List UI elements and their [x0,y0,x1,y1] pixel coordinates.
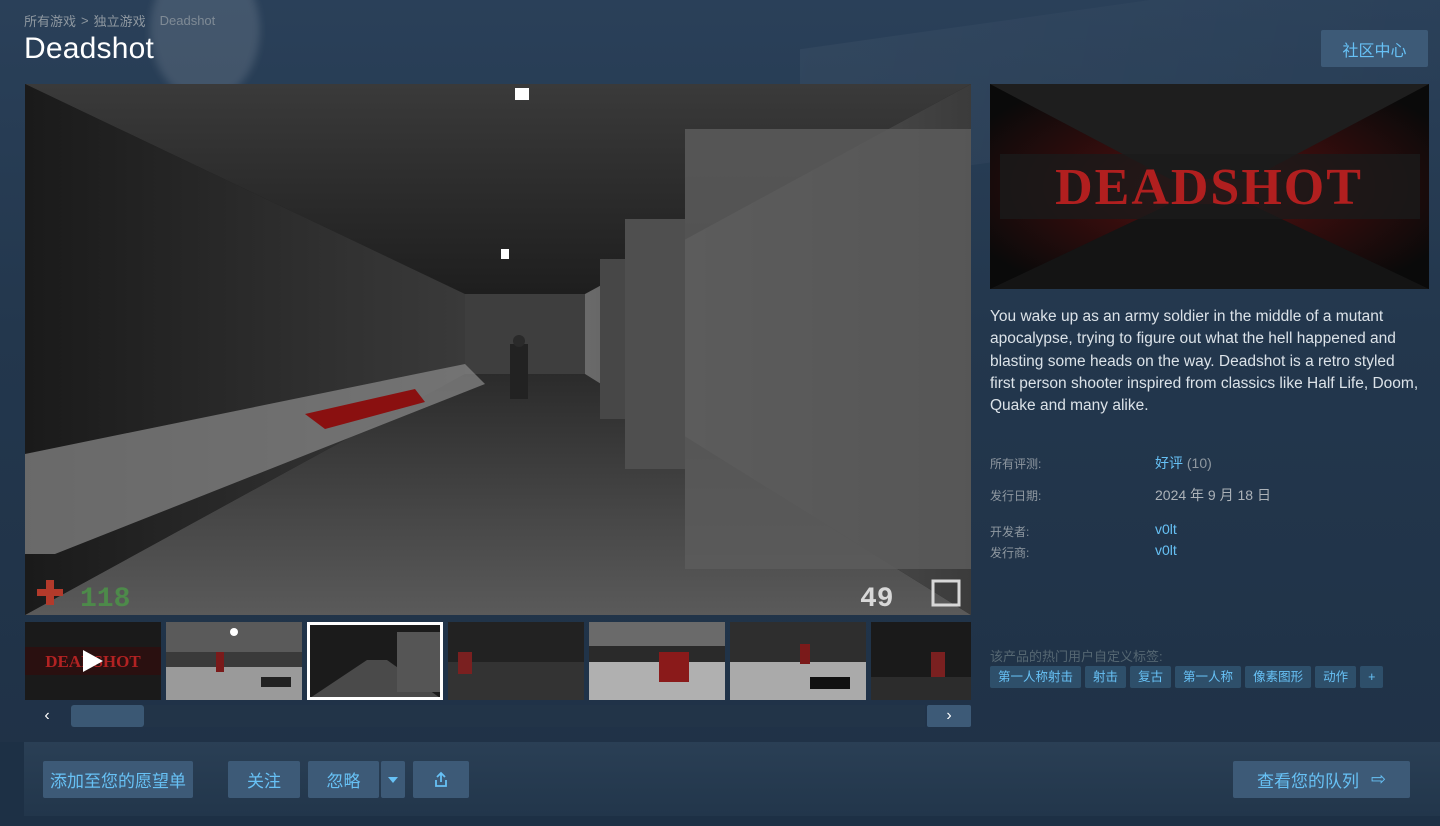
tag-action[interactable]: 动作 [1315,666,1357,688]
breadcrumb-indie[interactable]: 独立游戏 [94,11,146,30]
page-title: Deadshot [24,32,155,65]
ignore-button[interactable]: 忽略 [308,761,379,798]
tag-add-button[interactable]: + [1360,666,1384,688]
breadcrumb: 所有游戏 > 独立游戏 Deadshot [24,11,215,30]
chevron-down-icon [388,776,398,783]
thumbnail-screenshot[interactable] [448,622,584,700]
thumbnail-slider: ‹ › [25,705,971,727]
add-to-wishlist-button[interactable]: 添加至您的愿望单 [43,761,193,798]
thumbnail-screenshot[interactable] [871,622,971,700]
tags-title: 该产品的热门用户自定义标签: [990,649,1163,664]
thumbnail-strip: DEADSHOT [25,622,971,700]
developer-link[interactable]: v0lt [1155,521,1177,537]
hud-ammo: 49 [860,584,894,615]
slider-track[interactable] [71,705,925,727]
thumbnail-screenshot[interactable] [166,622,302,700]
breadcrumb-current: Deadshot [159,13,216,28]
share-icon [435,771,447,787]
view-queue-label: 查看您的队列 [1256,772,1359,791]
follow-button[interactable]: 关注 [228,761,300,798]
reviews-summary[interactable]: 好评 (10) [1155,453,1212,473]
slider-left-button[interactable]: ‹ [25,705,69,727]
ignore-dropdown-button[interactable] [381,761,405,798]
release-date-label: 发行日期: [990,489,1042,503]
share-button[interactable] [413,761,469,798]
community-hub-button[interactable]: 社区中心 [1321,30,1428,67]
view-queue-button[interactable]: 查看您的队列 ⇨ [1233,761,1410,798]
tag-first-person[interactable]: 第一人称 [1175,666,1242,688]
game-description: You wake up as an army soldier in the mi… [990,308,1419,415]
release-date-value: 2024 年 9 月 18 日 [1155,487,1271,503]
capsule-logo-text: DEADSHOT [1055,159,1363,216]
reviews-label: 所有评测: [990,457,1042,471]
play-icon [83,650,103,672]
tag-pixel-graphics[interactable]: 像素图形 [1245,666,1312,688]
thumbnail-screenshot[interactable] [589,622,725,700]
tag-retro[interactable]: 复古 [1130,666,1172,688]
thumbnail-screenshot-active[interactable] [307,622,443,700]
thumbnail-video[interactable]: DEADSHOT [25,622,161,700]
slider-right-button[interactable]: › [927,705,971,727]
main-screenshot[interactable]: 118 49 [25,84,971,615]
header-capsule-image: DEADSHOT [990,84,1429,289]
breadcrumb-separator: > [81,13,89,28]
publisher-link[interactable]: v0lt [1155,542,1177,558]
arrow-right-icon: ⇨ [1370,769,1387,789]
slider-handle[interactable] [71,705,144,727]
publisher-label: 发行商: [990,546,1030,560]
hud-health: 118 [80,584,130,615]
breadcrumb-all-games[interactable]: 所有游戏 [24,11,76,30]
tag-list: 第一人称射击 射击 复古 第一人称 像素图形 动作 + [990,666,1384,688]
tag-fps[interactable]: 第一人称射击 [990,666,1082,688]
reviews-count: (10) [1186,455,1212,471]
thumbnail-screenshot[interactable] [730,622,866,700]
tag-shooter[interactable]: 射击 [1085,666,1127,688]
reviews-value: 好评 [1155,455,1183,471]
action-bar: 添加至您的愿望单 关注 忽略 查看您的队列 ⇨ [0,742,1440,826]
developer-label: 开发者: [990,525,1030,539]
